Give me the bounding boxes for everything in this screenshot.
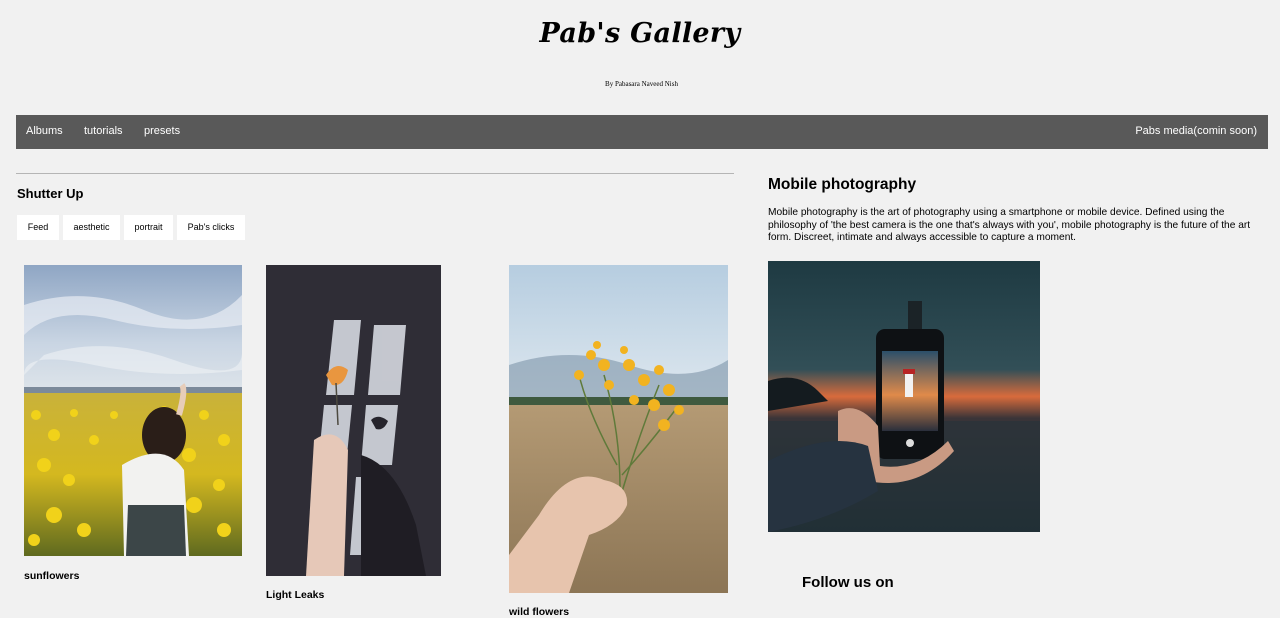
photo-wild-flowers[interactable] xyxy=(509,265,728,593)
filter-button-portrait[interactable]: portrait xyxy=(124,215,173,240)
photo-mobile-photography[interactable] xyxy=(768,261,1040,532)
author-byline: By Pabasara Naveed Nish xyxy=(605,80,678,88)
photo-light-leaks[interactable] xyxy=(266,265,441,576)
gallery-section-title: Shutter Up xyxy=(17,186,84,201)
filter-button-pabs-clicks[interactable]: Pab's clicks xyxy=(177,215,245,240)
photo-caption-wild-flowers: wild flowers xyxy=(509,606,570,618)
section-divider xyxy=(16,173,734,174)
nav-link-albums[interactable]: Albums xyxy=(26,125,63,137)
photo-sunflowers[interactable] xyxy=(24,265,242,556)
site-title: Pab's Gallery xyxy=(539,18,741,49)
nav-link-tutorials[interactable]: tutorials xyxy=(84,125,123,137)
filter-button-aesthetic[interactable]: aesthetic xyxy=(63,215,120,240)
photo-caption-sunflowers: sunflowers xyxy=(24,570,80,582)
photo-caption-light-leaks: Light Leaks xyxy=(266,589,325,601)
nav-link-pabs-media[interactable]: Pabs media(comin soon) xyxy=(1135,125,1257,137)
follow-us-title: Follow us on xyxy=(802,574,894,591)
nav-link-presets[interactable]: presets xyxy=(144,125,180,137)
aside-description: Mobile photography is the art of photogr… xyxy=(768,207,1251,243)
aside-title: Mobile photography xyxy=(768,176,917,193)
top-navbar: Albums tutorials presets Pabs media(comi… xyxy=(16,115,1268,149)
filter-button-feed[interactable]: Feed xyxy=(17,215,59,240)
